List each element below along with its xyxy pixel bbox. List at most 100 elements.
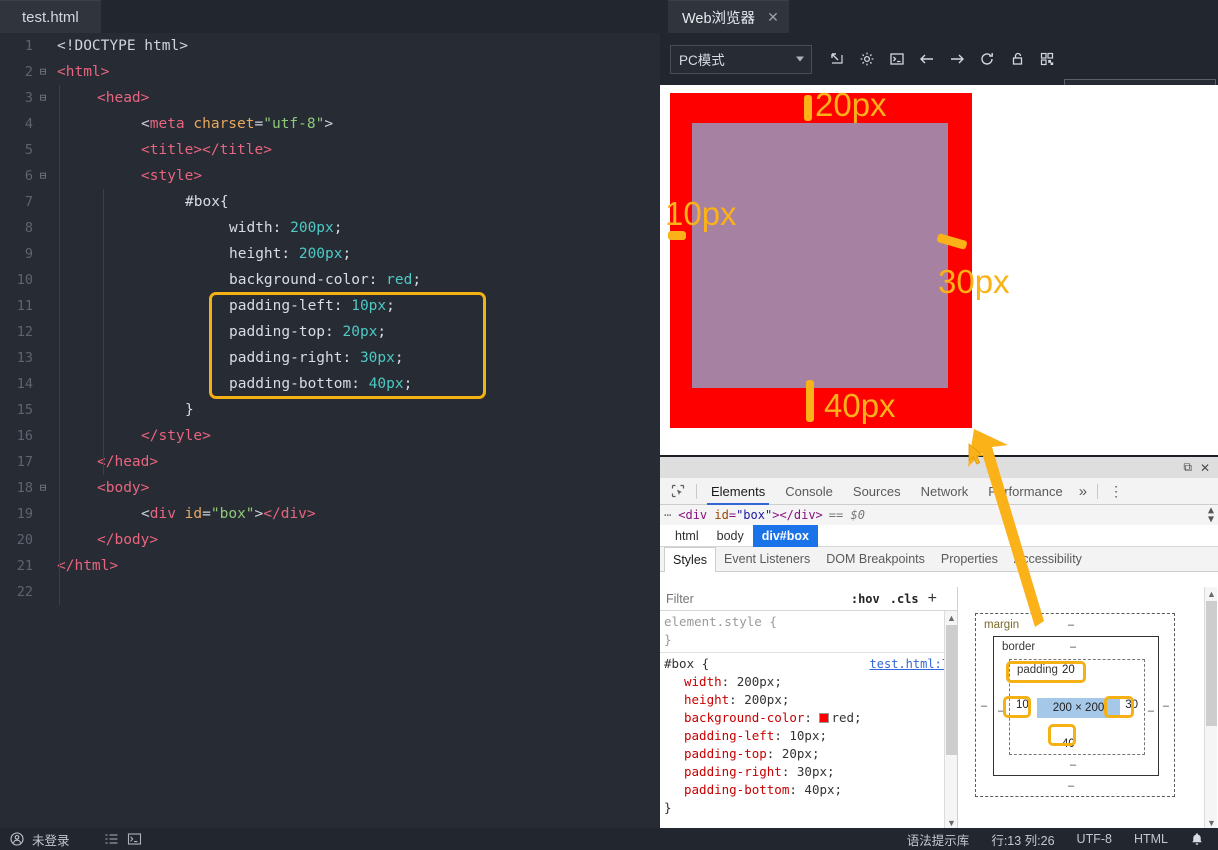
back-arrow-icon[interactable] (912, 44, 942, 74)
sidebar-tab-accessibility[interactable]: Accessibility (1006, 547, 1090, 572)
code-text-area[interactable]: 1 <!DOCTYPE html> 2 ⊟ <html> 3 ⊟ <head> … (0, 33, 660, 828)
css-declaration[interactable]: padding-right: 30px; (664, 763, 957, 781)
box-model-diagram: margin – – – – border – – – – padding 20… (975, 613, 1175, 797)
line-number: 3 (24, 90, 33, 106)
line-number: 16 (16, 428, 33, 444)
fold-marker[interactable]: ⊟ (33, 59, 53, 85)
tab-network[interactable]: Network (911, 478, 979, 505)
border-top-value[interactable]: – (1070, 641, 1076, 653)
tab-performance[interactable]: Performance (978, 478, 1072, 505)
fold-marker[interactable]: ⊟ (33, 85, 53, 111)
spinner-icon[interactable]: ▲ ▼ (1208, 506, 1214, 525)
padding-left-value[interactable]: 10 (1016, 699, 1029, 711)
styles-scrollbar[interactable]: ▲ ▼ (944, 611, 957, 830)
css-value-text: 200px; (736, 674, 782, 689)
margin-right-value[interactable]: – (1163, 700, 1169, 712)
margin-left-value[interactable]: – (981, 700, 987, 712)
margin-top-value[interactable]: – (1068, 619, 1074, 631)
lock-icon[interactable] (1002, 44, 1032, 74)
user-circle-icon[interactable] (10, 832, 24, 846)
popout-icon[interactable] (822, 44, 852, 74)
breadcrumb-item-div-box[interactable]: div#box (752, 524, 818, 547)
account-status-label[interactable]: 未登录 (32, 830, 70, 849)
border-left-value[interactable]: – (998, 705, 1004, 717)
editor-tab-label: test.html (22, 8, 79, 26)
editor-tab-test-html[interactable]: test.html (0, 0, 101, 33)
margin-bottom-value[interactable]: – (1068, 780, 1074, 792)
cursor-position-label[interactable]: 行:13 列:26 (991, 830, 1054, 849)
padding-top-label: 20px (815, 86, 887, 123)
element-style-close: } (664, 632, 672, 647)
box-model-scrollbar[interactable]: ▲ ▼ (1204, 587, 1217, 830)
class-toggle-button[interactable]: .cls (890, 592, 928, 606)
breadcrumb-item-body[interactable]: body (708, 525, 753, 547)
qrcode-icon[interactable] (1032, 44, 1062, 74)
border-right-value[interactable]: – (1148, 705, 1154, 717)
padding-right-value[interactable]: 30 (1125, 699, 1138, 711)
css-property: background-color (684, 710, 805, 725)
line-number: 15 (16, 402, 33, 418)
scrollbar-thumb[interactable] (946, 625, 957, 755)
padding-top-value[interactable]: 20 (1062, 664, 1075, 676)
css-declaration[interactable]: padding-left: 10px; (664, 727, 957, 745)
css-declaration[interactable]: padding-top: 20px; (664, 745, 957, 763)
code-line: 9 height: 200px; (0, 241, 660, 267)
scrollbar-thumb[interactable] (1206, 601, 1217, 726)
gear-icon[interactable] (852, 44, 882, 74)
css-value-text: 200px; (744, 692, 790, 707)
terminal-icon[interactable] (127, 832, 142, 846)
css-declaration[interactable]: height: 200px; (664, 691, 957, 709)
code-line: 18 ⊟ <body> (0, 475, 660, 501)
fold-marker[interactable]: ⊟ (33, 163, 53, 189)
color-swatch[interactable] (819, 713, 830, 723)
dom-close-bracket: > (772, 508, 780, 522)
css-value: : red; (804, 710, 862, 725)
bell-icon[interactable] (1190, 832, 1204, 847)
forward-arrow-icon[interactable] (942, 44, 972, 74)
syntax-library-label[interactable]: 语法提示库 (907, 830, 970, 849)
language-label[interactable]: HTML (1134, 832, 1168, 846)
padding-bottom-value[interactable]: 40 (1062, 738, 1075, 750)
scroll-up-icon[interactable]: ▲ (1205, 587, 1218, 601)
css-declaration[interactable]: background-color: red; (664, 709, 957, 727)
outline-icon[interactable] (104, 832, 119, 846)
sidebar-tab-dom-breakpoints[interactable]: DOM Breakpoints (818, 547, 933, 572)
indent-guide (59, 475, 60, 605)
tab-console[interactable]: Console (775, 478, 843, 505)
console-icon[interactable] (882, 44, 912, 74)
close-icon[interactable]: ✕ (767, 9, 779, 26)
close-icon[interactable]: ✕ (1200, 461, 1210, 475)
ellipsis-icon[interactable]: ⋯ (660, 508, 678, 522)
css-declaration[interactable]: padding-bottom: 40px; (664, 781, 957, 799)
tab-sources[interactable]: Sources (843, 478, 911, 505)
css-declaration[interactable]: width: 200px; (664, 673, 957, 691)
reload-icon[interactable] (972, 44, 1002, 74)
encoding-label[interactable]: UTF-8 (1077, 832, 1112, 846)
code-line: 19 <div id="box"></div> (0, 501, 660, 527)
breadcrumb-item-html[interactable]: html (666, 525, 708, 547)
devtools-panel: ⧉ ✕ Elements Console Sources Network Per… (660, 455, 1218, 830)
element-style-rule[interactable]: element.style { } (660, 611, 957, 653)
dock-icon[interactable]: ⧉ (1183, 460, 1192, 475)
devtools-titlebar: ⧉ ✕ (660, 457, 1218, 478)
inspect-element-icon[interactable] (664, 478, 692, 505)
padding-left-label: 10px (665, 195, 737, 232)
dom-selected-node-row[interactable]: ⋯ < div id = "box" > </div> == $0 ▲ ▼ (660, 505, 1218, 525)
device-mode-select[interactable]: PC模式 (670, 44, 812, 74)
code-line: 3 ⊟ <head> (0, 85, 660, 111)
border-bottom-value[interactable]: – (1070, 759, 1076, 771)
box-css-rule[interactable]: test.html:7 #box { width: 200px; height:… (660, 653, 957, 819)
fold-marker[interactable]: ⊟ (33, 475, 53, 501)
new-style-rule-button[interactable]: + (928, 590, 951, 608)
kebab-menu-icon[interactable]: ⋮ (1102, 483, 1130, 500)
tab-elements[interactable]: Elements (701, 478, 775, 505)
box-model-content-size[interactable]: 200 × 200 (1037, 698, 1120, 718)
hover-state-button[interactable]: :hov (851, 592, 890, 606)
sidebar-tab-properties[interactable]: Properties (933, 547, 1006, 572)
scroll-up-icon[interactable]: ▲ (945, 611, 957, 625)
sidebar-tab-event-listeners[interactable]: Event Listeners (716, 547, 818, 572)
browser-tab-web[interactable]: Web浏览器 ✕ (668, 0, 789, 33)
more-tabs-icon[interactable]: » (1073, 483, 1093, 500)
filter-input[interactable]: Filter (666, 592, 851, 606)
sidebar-tab-styles[interactable]: Styles (664, 547, 717, 572)
